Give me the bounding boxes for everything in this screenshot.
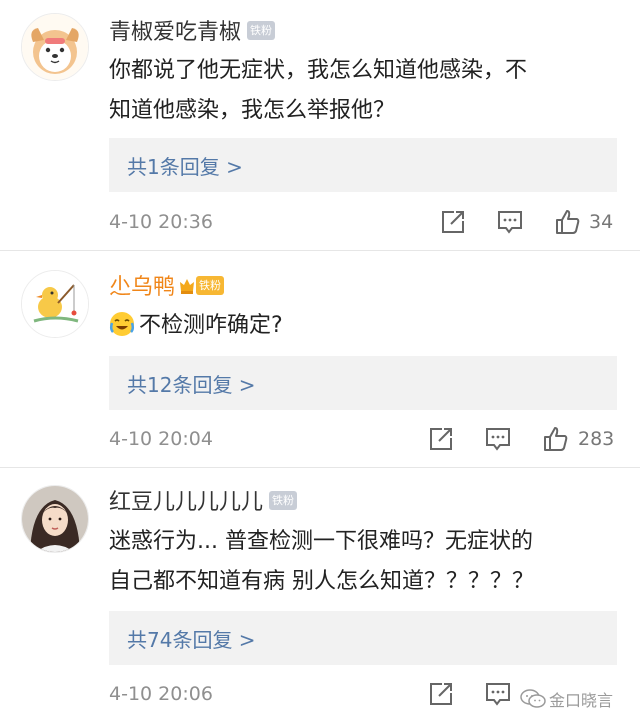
timestamp: 4-10 20:04 bbox=[109, 428, 213, 450]
comment-text: 你都说了他无症状，我怎么知道他感染，不 知道他感染，我怎么举报他？ bbox=[109, 51, 609, 131]
view-replies-button[interactable]: 共1条回复 > bbox=[109, 138, 617, 192]
iron-fan-badge: 铁粉 bbox=[247, 20, 276, 40]
iron-fan-badge: 铁粉 bbox=[269, 490, 298, 510]
comment-item: 青椒爱吃青椒 铁粉 你都说了他无症状，我怎么知道他感染，不 知道他感染，我怎么举… bbox=[0, 0, 640, 250]
comment-text-line: 你都说了他无症状，我怎么知道他感染，不 bbox=[109, 58, 528, 83]
watermark: 金口晓言 bbox=[520, 687, 613, 711]
username[interactable]: 红豆儿儿儿儿儿 bbox=[109, 484, 263, 516]
timestamp: 4-10 20:06 bbox=[109, 683, 213, 705]
view-replies-button[interactable]: 共12条回复 > bbox=[109, 356, 617, 410]
comment-text-content: 不检测咋确定? bbox=[139, 313, 283, 338]
comment-text: 迷惑行为... 普查检测一下很难吗？无症状的 自己都不知道有病 别人怎么知道？？… bbox=[109, 522, 609, 602]
comment-text-line: 不检测咋确定? bbox=[109, 306, 609, 346]
comment-icon[interactable] bbox=[485, 681, 511, 707]
comment-text-line: 自己都不知道有病 别人怎么知道？？？？？ bbox=[109, 569, 534, 594]
wechat-icon bbox=[520, 689, 546, 708]
crying-laughing-emoji-icon bbox=[109, 312, 135, 336]
view-replies-button[interactable]: 共74条回复 > bbox=[109, 611, 617, 665]
username[interactable]: 尐乌鸭 bbox=[109, 269, 175, 301]
watermark-text: 金口晓言 bbox=[549, 691, 614, 710]
comment-text-line: 迷惑行为... 普查检测一下很难吗？无症状的 bbox=[109, 529, 533, 554]
comment-item: 尐乌鸭 铁粉 不检测咋确定? 共12条回复 > 4-10 20:04 283 bbox=[0, 251, 640, 467]
like-count: 34 bbox=[589, 211, 614, 233]
username[interactable]: 青椒爱吃青椒 bbox=[109, 14, 241, 46]
share-icon[interactable] bbox=[428, 681, 454, 707]
comment-icon[interactable] bbox=[485, 426, 511, 452]
comment-text: 不检测咋确定? bbox=[109, 306, 609, 346]
user-avatar[interactable] bbox=[21, 270, 89, 338]
like-icon[interactable] bbox=[543, 426, 569, 452]
share-icon[interactable] bbox=[428, 426, 454, 452]
comment-item: 红豆儿儿儿儿儿 铁粉 迷惑行为... 普查检测一下很难吗？无症状的 自己都不知道… bbox=[0, 468, 640, 722]
like-count: 283 bbox=[578, 428, 615, 450]
user-avatar[interactable] bbox=[21, 485, 89, 553]
user-avatar[interactable] bbox=[21, 13, 89, 81]
share-icon[interactable] bbox=[440, 209, 466, 235]
comment-text-line: 知道他感染，我怎么举报他？ bbox=[109, 98, 396, 123]
timestamp: 4-10 20:36 bbox=[109, 211, 213, 233]
like-icon[interactable] bbox=[555, 209, 581, 235]
comment-icon[interactable] bbox=[497, 209, 523, 235]
iron-fan-badge: 铁粉 bbox=[196, 275, 225, 295]
crown-icon bbox=[180, 279, 195, 294]
